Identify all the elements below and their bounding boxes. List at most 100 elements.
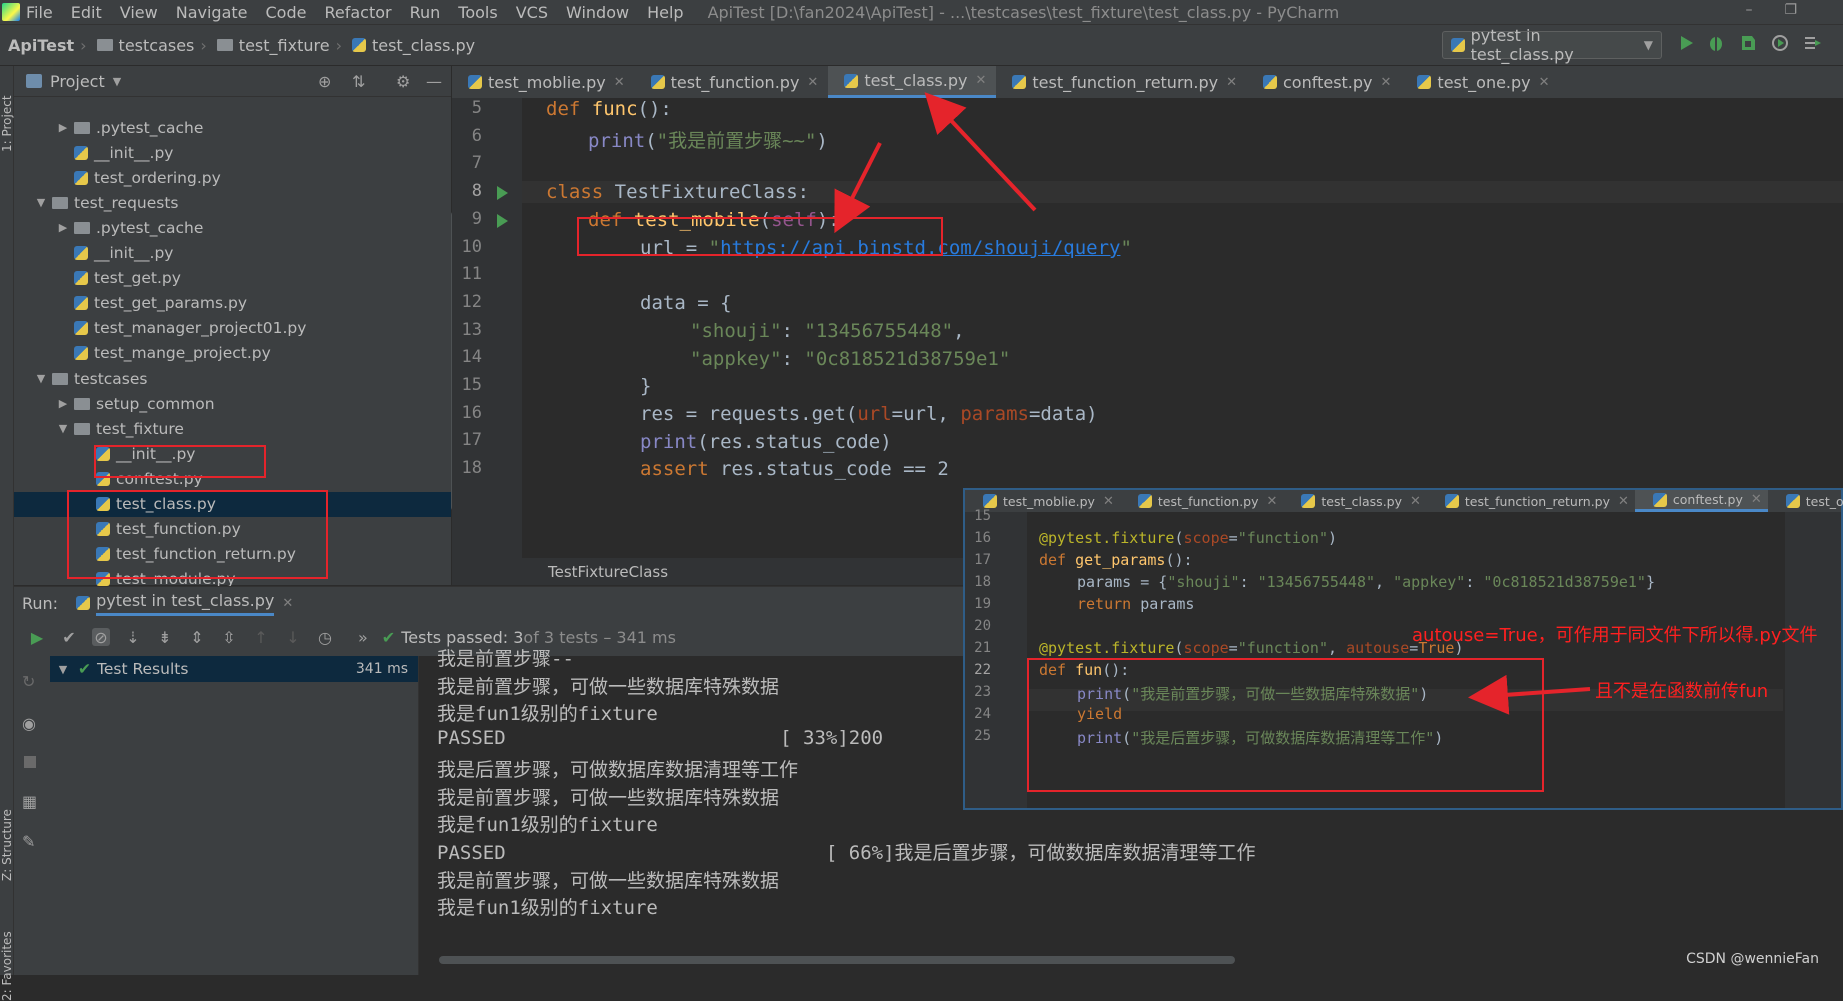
- editor-tab[interactable]: test_function_return.py ✕: [1427, 490, 1635, 512]
- chevron-right-icon[interactable]: ▶: [56, 397, 70, 410]
- menu-code[interactable]: Code: [266, 3, 307, 22]
- debug-icon[interactable]: [1706, 33, 1726, 53]
- breadcrumb-testcases[interactable]: testcases ›: [93, 36, 207, 55]
- menu-file[interactable]: File: [26, 3, 53, 22]
- run-gutter-icon[interactable]: [497, 213, 508, 228]
- tree-folder[interactable]: ▶ .pytest_cache: [14, 215, 451, 240]
- run-gutter-icon[interactable]: [497, 186, 508, 201]
- menu-navigate[interactable]: Navigate: [176, 3, 248, 22]
- tree-folder[interactable]: ▼ testcases: [14, 366, 451, 391]
- menu-refactor[interactable]: Refactor: [324, 3, 391, 22]
- pin-icon[interactable]: ✎: [22, 832, 35, 851]
- tree-label: setup_common: [96, 394, 215, 413]
- favorites-tool-tab[interactable]: 2: Favorites: [0, 931, 14, 1001]
- keyword: def: [1039, 551, 1076, 569]
- tree-folder[interactable]: ▶ setup_common: [14, 391, 451, 416]
- close-icon[interactable]: ✕: [1226, 75, 1237, 90]
- code-line-6: print("我是前置步骤~~"): [588, 126, 828, 153]
- chevron-right-icon[interactable]: ▶: [56, 221, 70, 234]
- editor-breadcrumb[interactable]: TestFixtureClass: [452, 558, 972, 585]
- menu-view[interactable]: View: [120, 3, 158, 22]
- close-icon[interactable]: ✕: [1618, 494, 1629, 509]
- editor-tab[interactable]: conftest.py ✕: [1634, 490, 1768, 512]
- chevron-down-icon[interactable]: ▼: [34, 196, 48, 209]
- close-icon[interactable]: ✕: [1103, 494, 1114, 509]
- tree-file[interactable]: __init__.py: [14, 140, 451, 165]
- menu-run[interactable]: Run: [410, 3, 441, 22]
- tree-file[interactable]: test_get.py: [14, 266, 451, 291]
- concurrency-icon[interactable]: [1802, 33, 1822, 53]
- sort-duration-icon[interactable]: ⇟: [156, 628, 174, 647]
- code-text: }: [640, 375, 652, 397]
- locate-icon[interactable]: ⊕: [318, 72, 331, 91]
- close-icon[interactable]: ✕: [1381, 75, 1392, 90]
- collapse-all-icon[interactable]: ⇳: [220, 628, 238, 647]
- gear-icon[interactable]: ⚙: [396, 72, 410, 91]
- menu-edit[interactable]: Edit: [71, 3, 102, 22]
- breadcrumb-project[interactable]: ApiTest ›: [0, 36, 87, 55]
- tree-file[interactable]: test_manager_project01.py: [14, 316, 451, 341]
- close-icon[interactable]: ✕: [1267, 494, 1278, 509]
- tree-file[interactable]: __init__.py: [14, 241, 451, 266]
- close-icon[interactable]: ✕: [975, 73, 986, 88]
- prev-failed-icon[interactable]: ↑: [252, 628, 270, 647]
- editor-tab[interactable]: conftest.py ✕: [1247, 66, 1401, 98]
- breadcrumb-test-fixture[interactable]: test_fixture ›: [213, 36, 342, 55]
- restart-icon[interactable]: ↻: [22, 672, 35, 691]
- chevron-down-icon[interactable]: ▼: [56, 422, 70, 435]
- show-passed-icon[interactable]: ✔: [60, 628, 78, 647]
- editor-tab[interactable]: test_function.py ✕: [635, 66, 829, 98]
- sort-alpha-icon[interactable]: ⇣: [124, 628, 142, 647]
- editor-tab[interactable]: test_function.py ✕: [1120, 490, 1284, 512]
- chevron-down-icon[interactable]: ▼: [113, 75, 121, 88]
- camera-icon[interactable]: ◉: [22, 714, 36, 733]
- tree-folder[interactable]: ▼ test_requests: [14, 190, 451, 215]
- editor-tab[interactable]: test_class.py ✕: [828, 66, 997, 98]
- show-ignored-icon[interactable]: ⊘: [92, 628, 110, 647]
- menu-tools[interactable]: Tools: [458, 3, 497, 22]
- close-icon[interactable]: ✕: [614, 75, 625, 90]
- window-controls[interactable]: –❐: [1745, 2, 1829, 18]
- editor-tab[interactable]: test_moblie.py ✕: [452, 66, 635, 98]
- collapse-all-icon[interactable]: ⇅: [352, 72, 365, 91]
- menu-window[interactable]: Window: [566, 3, 629, 22]
- tree-folder[interactable]: ▶ .pytest_cache: [14, 115, 451, 140]
- editor-tab[interactable]: test_class.py ✕: [1283, 490, 1427, 512]
- close-icon[interactable]: ✕: [1751, 492, 1762, 507]
- hide-icon[interactable]: —: [426, 72, 442, 91]
- close-icon[interactable]: ✕: [1410, 494, 1421, 509]
- tree-file[interactable]: test_ordering.py: [14, 165, 451, 190]
- expand-all-icon[interactable]: ⇕: [188, 628, 206, 647]
- project-tool-tab[interactable]: 1: Project: [0, 95, 14, 152]
- layout-icon[interactable]: ▦: [22, 792, 37, 811]
- tree-file[interactable]: test_mange_project.py: [14, 341, 451, 366]
- rerun-icon[interactable]: ▶: [28, 628, 46, 647]
- editor-tab[interactable]: test_function_return.py ✕: [996, 66, 1247, 98]
- tree-file[interactable]: test_get_params.py: [14, 291, 451, 316]
- project-panel-title[interactable]: Project: [50, 72, 105, 91]
- run-tab-label[interactable]: pytest in test_class.py: [96, 591, 275, 616]
- more-icon[interactable]: »: [358, 628, 368, 647]
- menu-help[interactable]: Help: [647, 3, 683, 22]
- history-icon[interactable]: ◷: [316, 628, 334, 647]
- editor-tab[interactable]: test_one.py✕: [1768, 490, 1843, 512]
- chevron-right-icon[interactable]: ▶: [56, 121, 70, 134]
- run-configuration-select[interactable]: pytest in test_class.py ▼: [1442, 26, 1662, 64]
- profile-icon[interactable]: [1770, 33, 1790, 53]
- run-icon[interactable]: [1676, 33, 1696, 53]
- close-icon[interactable]: ✕: [282, 596, 293, 611]
- editor-tab[interactable]: test_one.py✕: [1401, 66, 1559, 98]
- next-failed-icon[interactable]: ↓: [284, 628, 302, 647]
- chevron-down-icon[interactable]: ▼: [56, 663, 70, 676]
- console-scrollbar[interactable]: [439, 956, 1235, 964]
- coverage-icon[interactable]: [1738, 33, 1758, 53]
- stop-icon[interactable]: [24, 756, 36, 768]
- chevron-down-icon[interactable]: ▼: [34, 372, 48, 385]
- close-icon[interactable]: ✕: [807, 75, 818, 90]
- breadcrumb-file[interactable]: test_class.py: [348, 36, 475, 55]
- close-icon[interactable]: ✕: [1539, 75, 1550, 90]
- test-results-row[interactable]: ▼ ✔ Test Results 341 ms: [50, 656, 418, 682]
- menu-vcs[interactable]: VCS: [516, 3, 548, 22]
- structure-tool-tab[interactable]: Z: Structure: [0, 809, 14, 881]
- tree-folder[interactable]: ▼ test_fixture: [14, 416, 451, 441]
